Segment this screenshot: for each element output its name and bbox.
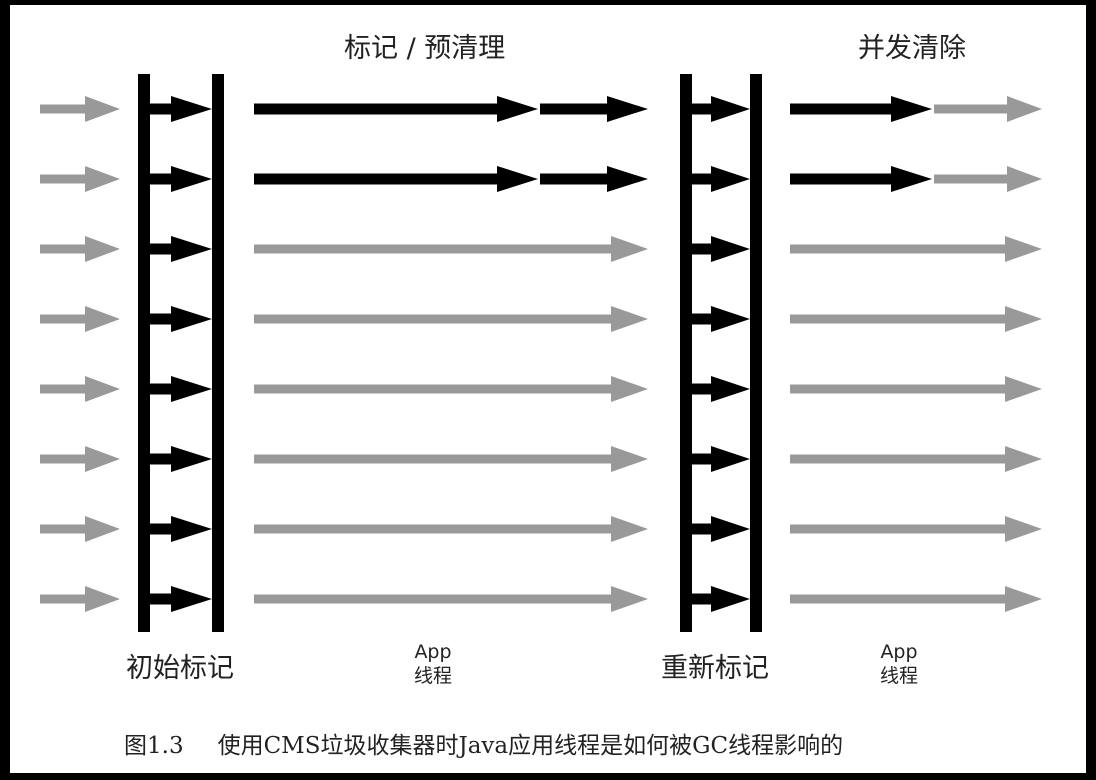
gc-preclean-arrow (540, 166, 648, 192)
app-thread-incoming-arrow (40, 236, 120, 262)
app-thread-sweep-phase-arrow (790, 376, 1042, 402)
app-thread-after-sweep-arrow (934, 96, 1042, 122)
label-remark: 重新标记 (661, 653, 769, 684)
initial-mark-bar-left (138, 74, 150, 632)
gc-initial-mark-arrow (150, 236, 212, 262)
gc-remark-arrow (692, 516, 750, 542)
app-thread-sweep-phase-arrow (790, 236, 1042, 262)
gc-initial-mark-arrow (150, 96, 212, 122)
gc-remark-arrow (692, 236, 750, 262)
gc-concurrent-mark-arrow (254, 96, 538, 122)
gc-remark-arrow (692, 376, 750, 402)
gc-remark-arrow (692, 446, 750, 472)
label-concurrent-sweep: 并发清除 (858, 33, 966, 64)
label-initial-mark: 初始标记 (126, 653, 234, 684)
gc-initial-mark-arrow (150, 166, 212, 192)
gc-initial-mark-arrow (150, 446, 212, 472)
app-thread-incoming-arrow (40, 516, 120, 542)
app-thread-incoming-arrow (40, 96, 120, 122)
app-thread-sweep-phase-arrow (790, 306, 1042, 332)
gc-initial-mark-arrow (150, 586, 212, 612)
remark-bar-left (680, 74, 692, 632)
gc-concurrent-mark-arrow (254, 166, 538, 192)
gc-initial-mark-arrow (150, 516, 212, 542)
app-thread-mark-phase-arrow (254, 516, 648, 542)
app-thread-sweep-phase-arrow (790, 446, 1042, 472)
remark-bar-right (750, 74, 762, 632)
app-thread-incoming-arrow (40, 586, 120, 612)
caption-text: 使用CMS垃圾收集器时Java应用线程是如何被GC线程影响的 (217, 733, 844, 759)
gc-concurrent-sweep-arrow (790, 96, 932, 122)
app-thread-sweep-phase-arrow (790, 516, 1042, 542)
app-thread-mark-phase-arrow (254, 306, 648, 332)
app-thread-incoming-arrow (40, 306, 120, 332)
app-thread-incoming-arrow (40, 446, 120, 472)
app-thread-mark-phase-arrow (254, 236, 648, 262)
gc-initial-mark-arrow (150, 376, 212, 402)
app-thread-mark-phase-arrow (254, 586, 648, 612)
gc-remark-arrow (692, 166, 750, 192)
app-thread-incoming-arrow (40, 166, 120, 192)
app-thread-sweep-phase-arrow (790, 586, 1042, 612)
app-thread-after-sweep-arrow (934, 166, 1042, 192)
label-mark-preclean: 标记 / 预清理 (344, 33, 506, 64)
label-app-threads-2: App 线程 (879, 641, 918, 687)
gc-initial-mark-arrow (150, 306, 212, 332)
app-thread-mark-phase-arrow (254, 376, 648, 402)
figure-caption: 图1.3 使用CMS垃圾收集器时Java应用线程是如何被GC线程影响的 (124, 726, 843, 760)
label-app-threads-1: App 线程 (413, 641, 452, 687)
app-thread-incoming-arrow (40, 376, 120, 402)
initial-mark-bar-right (212, 74, 224, 632)
gc-remark-arrow (692, 586, 750, 612)
gc-preclean-arrow (540, 96, 648, 122)
gc-remark-arrow (692, 306, 750, 332)
gc-remark-arrow (692, 96, 750, 122)
caption-figure-number: 图1.3 (124, 733, 184, 759)
app-thread-mark-phase-arrow (254, 446, 648, 472)
gc-concurrent-sweep-arrow (790, 166, 932, 192)
